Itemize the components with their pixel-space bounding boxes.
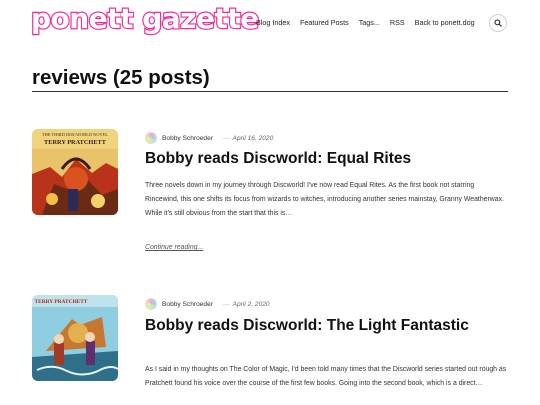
post-author[interactable]: Bobby Schroeder bbox=[162, 301, 213, 308]
nav-tags[interactable]: Tags... bbox=[359, 18, 380, 27]
post-title[interactable]: Bobby reads Discworld: Equal Rites bbox=[145, 149, 411, 168]
search-button[interactable] bbox=[489, 14, 507, 32]
site-header: ponett gazette Blog Index Featured Posts… bbox=[0, 0, 540, 50]
search-icon bbox=[494, 19, 502, 27]
post-excerpt: As I said in my thoughts on The Color of… bbox=[145, 366, 507, 387]
post-meta: Bobby Schroeder — April 2, 2020 bbox=[145, 298, 270, 310]
post-author[interactable]: Bobby Schroeder bbox=[162, 135, 213, 142]
author-avatar bbox=[145, 298, 157, 310]
meta-separator: — bbox=[222, 134, 230, 142]
continue-reading-link[interactable]: Continue reading... bbox=[145, 244, 203, 251]
nav-featured-posts[interactable]: Featured Posts bbox=[300, 18, 349, 27]
book-cover-image: TERRY PRATCHETT bbox=[32, 295, 118, 381]
cover-series-text: THE THIRD DISCWORLD NOVEL bbox=[42, 132, 108, 137]
post-meta: Bobby Schroeder — April 16, 2020 bbox=[145, 132, 273, 144]
cover-author-text: TERRY PRATCHETT bbox=[35, 299, 88, 305]
cover-author-text: TERRY PRATCHETT bbox=[44, 139, 107, 146]
post-title[interactable]: Bobby reads Discworld: The Light Fantast… bbox=[145, 316, 485, 335]
post-thumbnail[interactable]: THE THIRD DISCWORLD NOVEL TERRY PRATCHET… bbox=[32, 129, 118, 215]
post-date: April 2, 2020 bbox=[232, 300, 270, 308]
book-cover-image: THE THIRD DISCWORLD NOVEL TERRY PRATCHET… bbox=[32, 129, 118, 215]
nav-back-to-ponett-dog[interactable]: Back to ponett.dog bbox=[415, 18, 475, 27]
nav-blog-index[interactable]: Blog Index bbox=[256, 18, 290, 27]
post-date: April 16, 2020 bbox=[232, 134, 274, 142]
post-excerpt: Three novels down in my journey through … bbox=[145, 182, 504, 217]
meta-separator: — bbox=[222, 300, 230, 308]
title-divider bbox=[32, 91, 508, 92]
post-thumbnail[interactable]: TERRY PRATCHETT bbox=[32, 295, 118, 381]
archive-title: reviews (25 posts) bbox=[32, 66, 210, 89]
site-logo[interactable]: ponett gazette bbox=[30, 1, 261, 36]
author-avatar bbox=[145, 132, 157, 144]
main-nav: Blog Index Featured Posts Tags... RSS Ba… bbox=[256, 18, 485, 27]
nav-rss[interactable]: RSS bbox=[390, 18, 405, 27]
